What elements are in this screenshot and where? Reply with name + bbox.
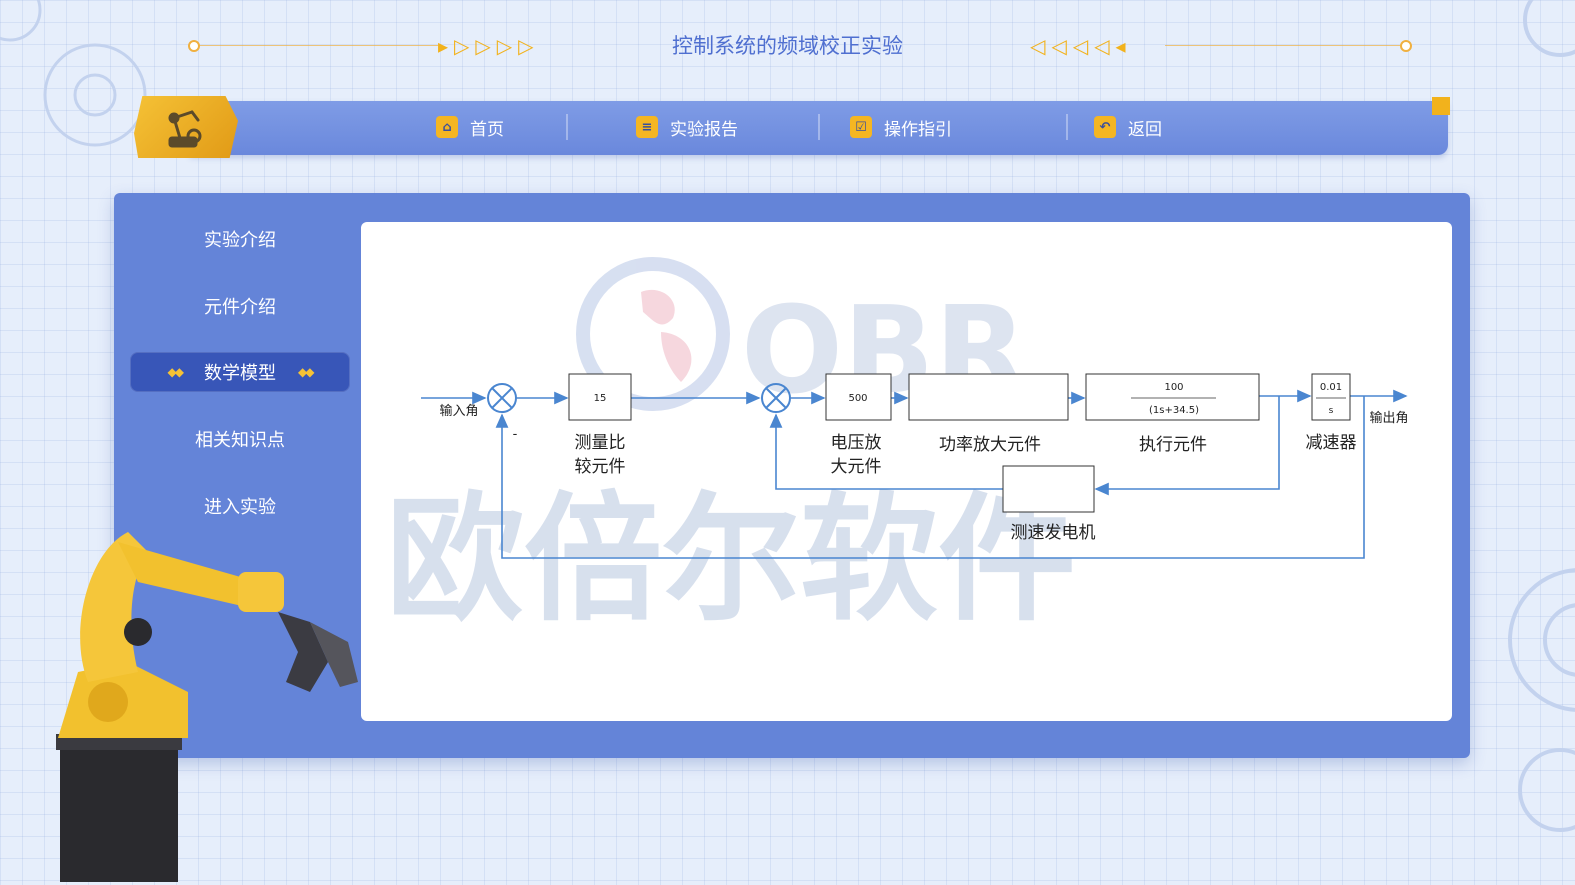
watermark-company-text: 欧倍尔软件 [386,479,1076,640]
sidebar-item-knowledge[interactable]: 相关知识点 [130,419,350,459]
block-tacho [1002,465,1095,513]
nav-back-label: 返回 [1128,119,1162,140]
voltage-label-2: 大元件 [831,457,882,477]
nav-guide-label: 操作指引 [884,119,952,140]
nav-home-label: 首页 [470,119,504,140]
sidebar-item-label: 相关知识点 [195,430,285,451]
diamond-icon: ◆◆ [298,365,315,379]
compare-label-1: 测量比 [575,433,626,453]
report-icon: ≡ [636,116,658,138]
nav-report[interactable]: ≡ 实验报告 [636,113,738,141]
home-icon: ⌂ [436,116,458,138]
block-actuator-num: 100 [1164,382,1183,393]
reducer-label: 减速器 [1306,433,1357,453]
block-actuator-den: (1s+34.5) [1149,405,1199,416]
nav-separator [566,114,568,140]
diamond-icon: ◆◆ [167,365,185,379]
sidebar-item-intro[interactable]: 实验介绍 [130,219,350,259]
robot-arm-illustration [56,532,358,882]
block-diagram: OBR 欧倍尔软件 15 500 100 (1s+34.5) 0.01 s 输入… [386,257,1409,640]
sidebar-item-math-model[interactable]: ◆◆ 数学模型 ◆◆ [130,352,350,392]
title-right-line [1165,45,1400,46]
nav-corner-accent [1432,97,1450,115]
back-arrow-icon: ↶ [1094,116,1116,138]
actuator-label: 执行元件 [1139,435,1207,455]
block-reducer-num: 0.01 [1320,382,1342,393]
gear-decoration-right [1508,568,1575,832]
sidebar-item-label: 数学模型 [204,363,276,384]
compare-label-2: 较元件 [575,457,626,477]
block-power-amp [908,373,1069,421]
block-reducer-den: s [1329,406,1334,416]
nav-guide[interactable]: ☑ 操作指引 [850,113,952,141]
robot-arm-icon [168,110,202,148]
voltage-label-1: 电压放 [831,433,882,453]
nav-separator [818,114,820,140]
clipboard-icon: ☑ [850,116,872,138]
tacho-label: 测速发电机 [1011,523,1096,543]
sidebar-item-label: 实验介绍 [204,230,276,251]
nav-separator [1066,114,1068,140]
sidebar-item-label: 元件介绍 [204,297,276,318]
power-amp-label: 功率放大元件 [939,435,1041,455]
nav-back[interactable]: ↶ 返回 [1094,113,1162,141]
left-arrows-icon: ◁◁◁◁◂ [1030,34,1132,58]
block-compare-tf: 15 [594,393,607,404]
nav-home[interactable]: ⌂ 首页 [436,113,504,141]
nav-report-label: 实验报告 [670,119,738,140]
content-area: OBR 欧倍尔软件 15 500 100 (1s+34.5) 0.01 s 输入… [361,222,1452,721]
title-right-dot [1400,40,1412,52]
block-voltage-tf: 500 [848,393,867,404]
minus-sign: - [513,427,518,442]
input-label: 输入角 [439,403,478,419]
sidebar-item-components[interactable]: 元件介绍 [130,286,350,326]
robot-logo [134,96,238,158]
output-label: 输出角 [1369,410,1408,426]
